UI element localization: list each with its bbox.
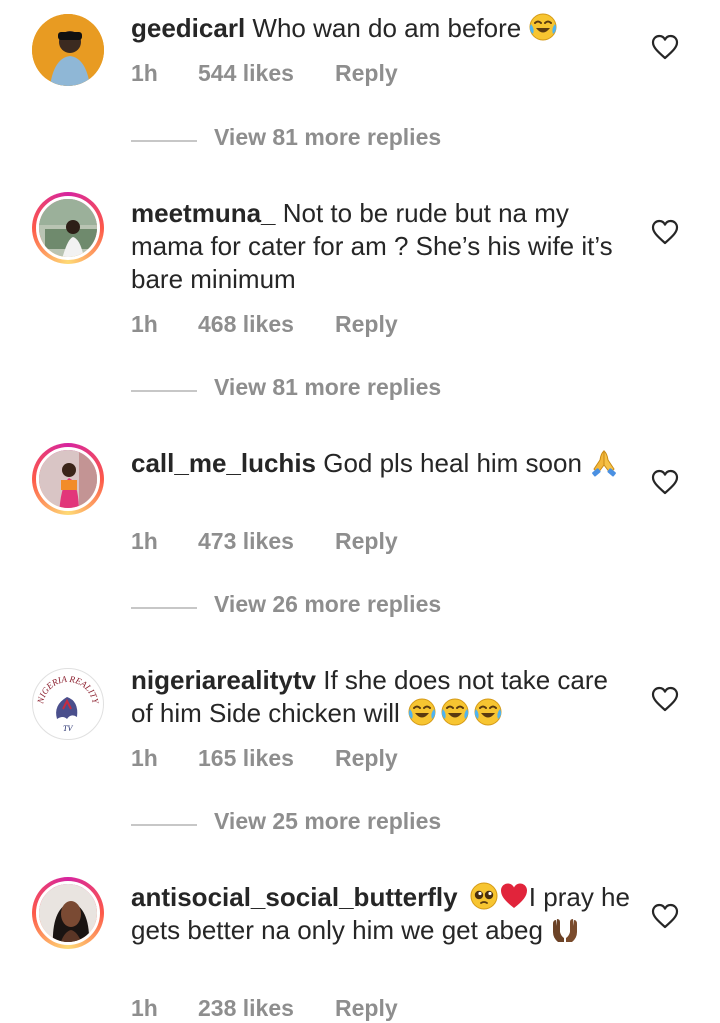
folded-hands-emoji-icon: [589, 447, 619, 477]
laugh-cry-emoji-icon: [473, 697, 503, 727]
likes-count[interactable]: 165 likes: [198, 745, 294, 772]
comment-text: God pls heal him soon: [323, 448, 582, 478]
likes-count[interactable]: 238 likes: [198, 995, 294, 1022]
comment-body: call_me_luchis God pls heal him soon: [131, 447, 636, 480]
reply-button[interactable]: Reply: [335, 745, 398, 772]
pleading-face-emoji-icon: [469, 881, 499, 911]
reply-button[interactable]: Reply: [335, 995, 398, 1022]
like-heart-icon[interactable]: [651, 903, 679, 929]
svg-text:TV: TV: [63, 724, 73, 733]
avatar[interactable]: NIGERIA REALITY TV: [32, 668, 104, 740]
like-heart-icon[interactable]: [651, 686, 679, 712]
reply-button[interactable]: Reply: [335, 528, 398, 555]
view-replies[interactable]: View 26 more replies: [0, 591, 720, 625]
comment-text: Who wan do am before: [252, 13, 522, 43]
divider-line: [131, 607, 197, 609]
likes-count[interactable]: 544 likes: [198, 60, 294, 87]
comment-username[interactable]: meetmuna_: [131, 198, 276, 228]
comment-username[interactable]: nigeriarealitytv: [131, 665, 316, 695]
comment-username[interactable]: call_me_luchis: [131, 448, 316, 478]
view-replies-label[interactable]: View 25 more replies: [214, 808, 441, 835]
comment-body: antisocial_social_butterfly I pray he ge…: [131, 881, 636, 947]
likes-count[interactable]: 473 likes: [198, 528, 294, 555]
reply-button[interactable]: Reply: [335, 60, 398, 87]
avatar-photo: [39, 884, 97, 942]
comment-time: 1h: [131, 311, 158, 337]
comment-body: nigeriarealitytv If she does not take ca…: [131, 664, 636, 730]
avatar-photo: [39, 199, 97, 257]
reply-button[interactable]: Reply: [335, 311, 398, 338]
divider-line: [131, 390, 197, 392]
divider-line: [131, 824, 197, 826]
view-replies[interactable]: View 25 more replies: [0, 808, 720, 842]
comment-body: geedicarl Who wan do am before: [131, 12, 636, 45]
view-replies-label[interactable]: View 26 more replies: [214, 591, 441, 618]
laugh-cry-emoji-icon: [407, 697, 437, 727]
avatar[interactable]: [32, 443, 104, 515]
comment-time: 1h: [131, 528, 158, 554]
like-heart-icon[interactable]: [651, 219, 679, 245]
avatar[interactable]: [32, 14, 104, 86]
laugh-cry-emoji-icon: [528, 12, 558, 42]
avatar[interactable]: [32, 877, 104, 949]
divider-line: [131, 140, 197, 142]
comment-time: 1h: [131, 60, 158, 86]
comment-time: 1h: [131, 745, 158, 771]
avatar-photo: [32, 14, 104, 86]
avatar[interactable]: [32, 192, 104, 264]
comment-username[interactable]: antisocial_social_butterfly: [131, 882, 458, 912]
view-replies-label[interactable]: View 81 more replies: [214, 374, 441, 401]
like-heart-icon[interactable]: [651, 469, 679, 495]
view-replies[interactable]: View 81 more replies: [0, 374, 720, 408]
laugh-cry-emoji-icon: [440, 697, 470, 727]
like-heart-icon[interactable]: [651, 34, 679, 60]
comment-time: 1h: [131, 995, 158, 1021]
likes-count[interactable]: 468 likes: [198, 311, 294, 338]
comment-username[interactable]: geedicarl: [131, 13, 245, 43]
red-heart-emoji-icon: [499, 881, 529, 911]
comment-body: meetmuna_ Not to be rude but na my mama …: [131, 197, 636, 296]
palms-up-emoji-icon: [550, 914, 580, 944]
avatar-photo: [39, 450, 97, 508]
nigeria-reality-tv-logo: NIGERIA REALITY TV: [35, 671, 101, 737]
view-replies[interactable]: View 81 more replies: [0, 124, 720, 158]
view-replies-label[interactable]: View 81 more replies: [214, 124, 441, 151]
